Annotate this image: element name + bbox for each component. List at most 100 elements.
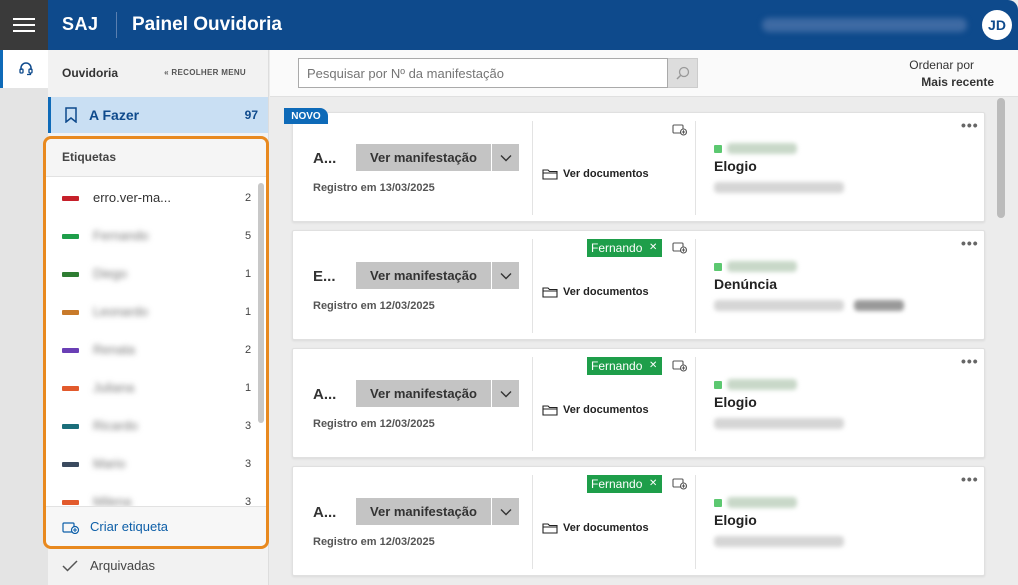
tag-chip[interactable]: Fernando ✕ (587, 239, 663, 257)
card-actions-dropdown[interactable] (492, 380, 519, 407)
avatar[interactable]: JD (982, 10, 1012, 40)
search-input[interactable] (298, 58, 668, 88)
sort-label: Ordenar por (909, 58, 974, 72)
tag-item[interactable]: Renata 2 (46, 331, 266, 369)
view-manifestation-button[interactable]: Ver manifestação (356, 498, 491, 525)
view-documents-link[interactable]: Ver documentos (542, 286, 649, 298)
protocol-number-blurred (714, 182, 844, 193)
todo-count: 97 (244, 108, 258, 122)
tag-item[interactable]: Mario 3 (46, 445, 266, 483)
view-documents-link[interactable]: Ver documentos (542, 168, 649, 180)
tag-color-swatch (62, 234, 79, 239)
view-manifestation-button[interactable]: Ver manifestação (356, 262, 491, 289)
tag-item[interactable]: Diego 1 (46, 255, 266, 293)
tag-count: 1 (245, 382, 252, 394)
tag-item[interactable]: Leonardo 1 (46, 293, 266, 331)
status-indicator (714, 145, 722, 153)
card-title: A... (313, 150, 337, 167)
novo-badge: NOVO (284, 108, 328, 124)
card-divider (695, 357, 696, 451)
tag-item[interactable]: erro.ver-ma... 2 (46, 179, 266, 217)
manifestation-type: Elogio (714, 512, 757, 528)
search-button[interactable] (668, 58, 698, 88)
chevron-down-icon (500, 508, 511, 515)
folder-icon (542, 405, 558, 416)
user-name-blurred (762, 18, 967, 32)
brand-divider (116, 12, 117, 38)
tag-color-swatch (62, 310, 79, 315)
tag-color-swatch (62, 272, 79, 277)
remove-tag-icon[interactable]: ✕ (649, 357, 657, 375)
tag-name: Leonardo (93, 304, 148, 319)
card-title: E... (313, 268, 336, 285)
create-tag-label: Criar etiqueta (90, 519, 169, 534)
tag-chip[interactable]: Fernando ✕ (587, 475, 663, 493)
assigned-person-blurred (727, 143, 797, 154)
collapse-menu-button[interactable]: « RECOLHER MENU (164, 68, 246, 77)
add-tag-icon (672, 478, 688, 490)
view-manifestation-button[interactable]: Ver manifestação (356, 144, 491, 171)
tag-name: Mario (93, 456, 126, 471)
tag-color-swatch (62, 386, 79, 391)
create-tag-button[interactable]: Criar etiqueta (46, 506, 266, 546)
assigned-person-blurred (727, 497, 797, 508)
tag-item[interactable]: Fernando 5 (46, 217, 266, 255)
tag-item[interactable]: Juliana 1 (46, 369, 266, 407)
add-tag-icon (672, 242, 688, 254)
assigned-person-blurred (727, 379, 797, 390)
main-scrollbar[interactable] (997, 98, 1005, 218)
folder-icon (542, 287, 558, 298)
sidebar-item-a-fazer[interactable]: A Fazer 97 (48, 97, 268, 133)
tag-count: 2 (245, 344, 252, 356)
more-options-icon[interactable]: ••• (961, 117, 979, 133)
tag-color-swatch (62, 462, 79, 467)
ouvidoria-nav-item[interactable] (0, 50, 48, 88)
tag-count: 1 (245, 268, 252, 280)
more-options-icon[interactable]: ••• (961, 353, 979, 369)
hamburger-menu-icon[interactable] (0, 0, 48, 50)
add-tag-icon (62, 521, 80, 534)
remove-tag-icon[interactable]: ✕ (649, 475, 657, 493)
add-tag-button[interactable] (672, 477, 688, 495)
remove-tag-icon[interactable]: ✕ (649, 239, 657, 257)
folder-icon (542, 169, 558, 180)
card-divider (695, 121, 696, 215)
view-documents-link[interactable]: Ver documentos (542, 522, 649, 534)
tag-count: 3 (245, 420, 252, 432)
view-documents-link[interactable]: Ver documentos (542, 404, 649, 416)
icon-rail (0, 50, 48, 585)
view-documents-label: Ver documentos (563, 522, 649, 534)
tag-color-swatch (62, 348, 79, 353)
add-tag-button[interactable] (672, 123, 688, 141)
more-options-icon[interactable]: ••• (961, 235, 979, 251)
card-actions-dropdown[interactable] (492, 144, 519, 171)
card-divider (532, 357, 533, 451)
card-actions-dropdown[interactable] (492, 262, 519, 289)
sort-dropdown[interactable]: Mais recente (921, 75, 994, 89)
top-bar: SAJ Painel Ouvidoria JD (0, 0, 1018, 50)
bookmark-icon (65, 107, 77, 123)
main-content: Ordenar por Mais recente A... Ver manifes… (270, 50, 1018, 585)
tag-name: Fernando (93, 228, 149, 243)
tag-color-swatch (62, 424, 79, 429)
status-indicator (714, 499, 722, 507)
registration-date: Registro em 13/03/2025 (313, 182, 435, 194)
tag-chip[interactable]: Fernando ✕ (587, 357, 663, 375)
sidebar-item-arquivadas[interactable]: Arquivadas (62, 558, 155, 573)
tag-color-swatch (62, 500, 79, 505)
tag-item[interactable]: Ricardo 3 (46, 407, 266, 445)
card-actions-dropdown[interactable] (492, 498, 519, 525)
tag-item[interactable]: Milena 3 (46, 483, 266, 507)
chevron-down-icon (500, 390, 511, 397)
add-tag-button[interactable] (672, 359, 688, 377)
view-manifestation-button[interactable]: Ver manifestação (356, 380, 491, 407)
chevron-down-icon (500, 272, 511, 279)
tags-scrollbar[interactable] (258, 183, 264, 423)
view-documents-label: Ver documentos (563, 286, 649, 298)
protocol-number-blurred (714, 536, 844, 547)
tags-header: Etiquetas (46, 139, 266, 177)
manifestation-type: Elogio (714, 394, 757, 410)
more-options-icon[interactable]: ••• (961, 471, 979, 487)
tag-list[interactable]: erro.ver-ma... 2 Fernando 5 Diego 1 Leonardo 1 R… (46, 179, 266, 507)
add-tag-button[interactable] (672, 241, 688, 259)
